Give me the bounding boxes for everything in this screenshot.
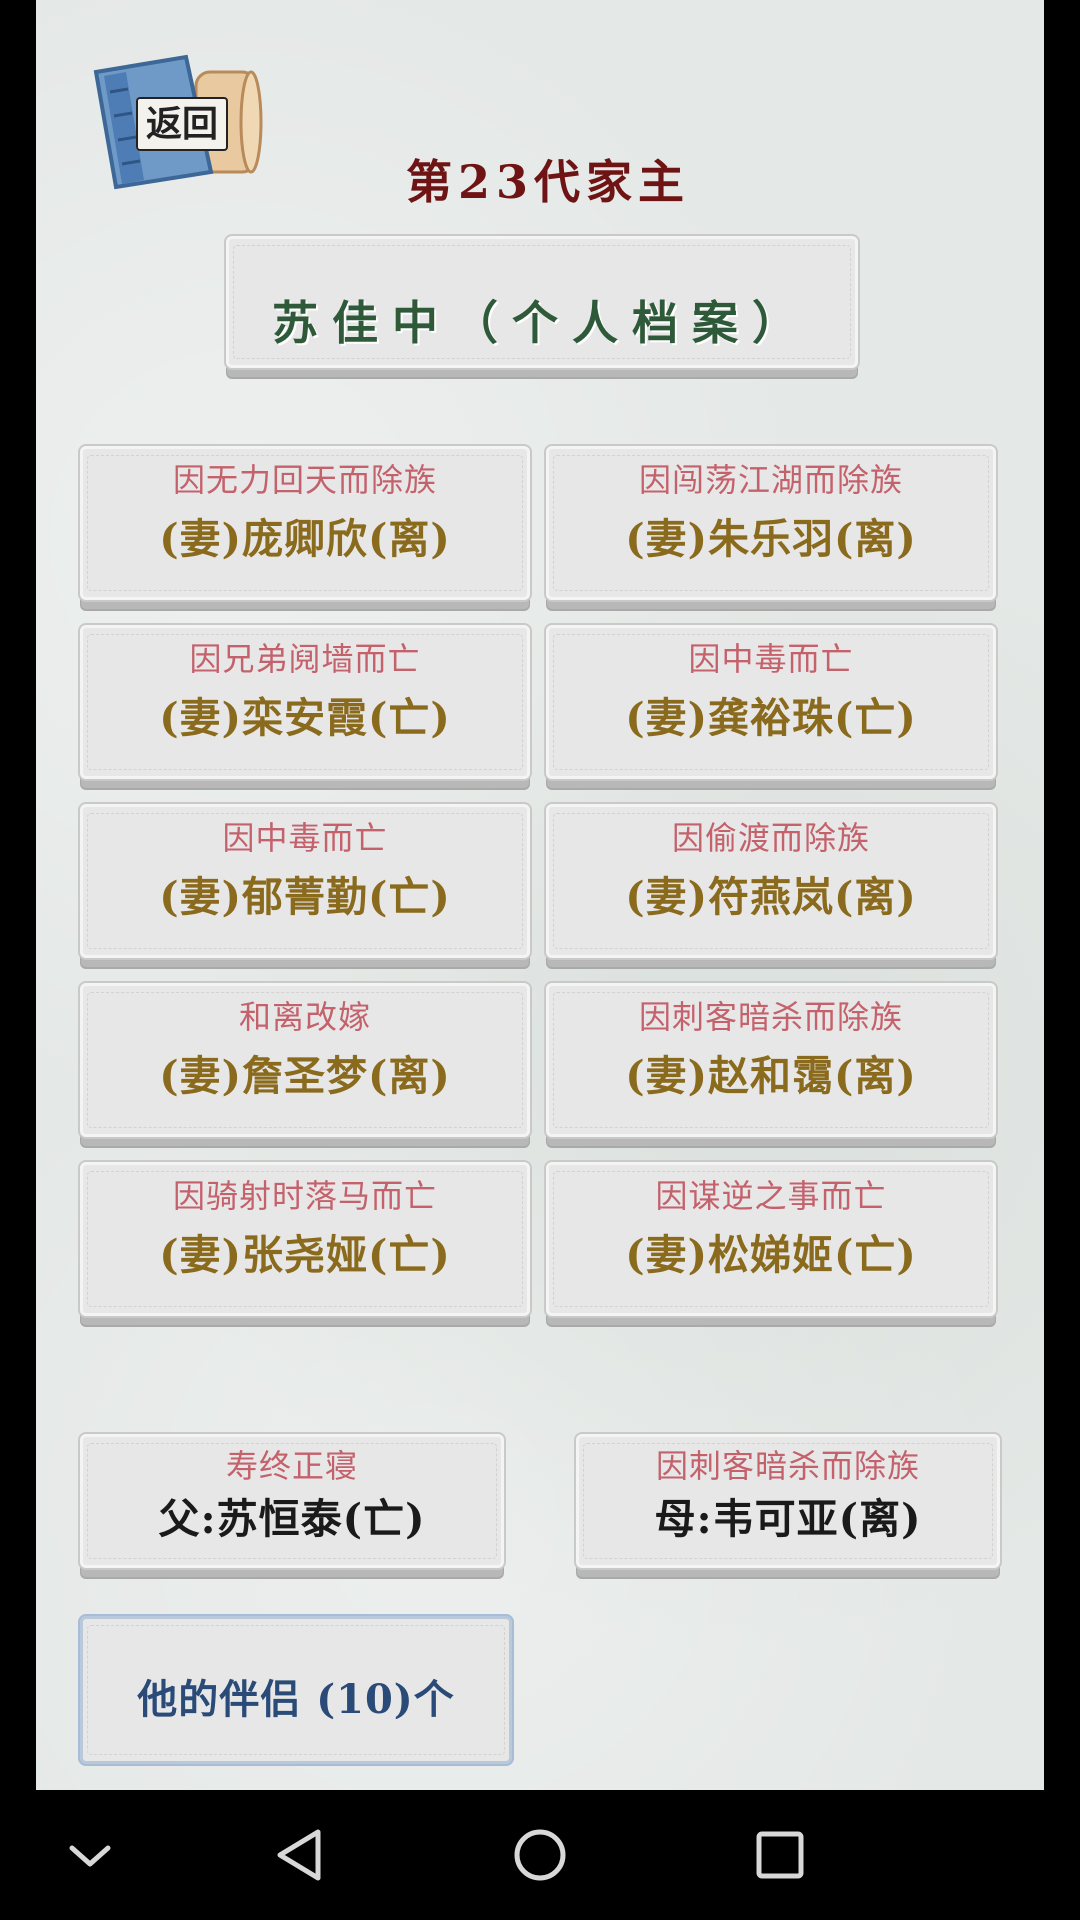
father-card[interactable]: 寿终正寝 父:苏恒泰(亡): [80, 1434, 504, 1568]
wife-fate-reason: 和离改嫁: [238, 998, 371, 1036]
wife-name: (妻)栾安霞(亡): [159, 694, 451, 742]
wife-card[interactable]: 因偷渡而除族 (妻)符燕岚(离): [546, 804, 996, 958]
wife-fate-reason: 因中毒而亡: [688, 640, 854, 678]
recents-square-icon[interactable]: [740, 1820, 820, 1890]
wife-name: (妻)赵和霭(离): [625, 1052, 917, 1100]
wife-fate-reason: 因中毒而亡: [222, 819, 388, 857]
wife-fate-reason: 因偷渡而除族: [671, 819, 870, 857]
back-button[interactable]: 返回: [86, 52, 266, 192]
wife-name: (妻)詹圣梦(离): [159, 1052, 451, 1100]
wife-card[interactable]: 因无力回天而除族 (妻)庞卿欣(离): [80, 446, 530, 600]
wife-card[interactable]: 因骑射时落马而亡 (妻)张尧娅(亡): [80, 1162, 530, 1316]
wife-fate-reason: 因无力回天而除族: [172, 461, 437, 499]
mother-card[interactable]: 因刺客暗杀而除族 母:韦可亚(离): [576, 1434, 1000, 1568]
wife-name: (妻)朱乐羽(离): [625, 515, 917, 563]
wife-fate-reason: 因闯荡江湖而除族: [638, 461, 903, 499]
wife-name: (妻)松娣姬(亡): [625, 1231, 917, 1279]
wife-fate-reason: 因兄弟阋墙而亡: [189, 640, 421, 678]
wife-name: (妻)庞卿欣(离): [159, 515, 451, 563]
wife-card[interactable]: 因刺客暗杀而除族 (妻)赵和霭(离): [546, 983, 996, 1137]
father-fate-reason: 寿终正寝: [225, 1447, 358, 1485]
profile-title: 苏佳中（个人档案）: [272, 296, 812, 350]
chevron-down-icon[interactable]: [50, 1820, 130, 1890]
profile-title-plaque: 苏佳中（个人档案）: [226, 236, 858, 368]
wife-card[interactable]: 和离改嫁 (妻)詹圣梦(离): [80, 983, 530, 1137]
mother-name: 母:韦可亚(离): [654, 1495, 922, 1543]
generation-title: 第23代家主: [406, 155, 691, 209]
partners-button[interactable]: 他的伴侣 (10)个: [80, 1616, 512, 1764]
wife-card[interactable]: 因兄弟阋墙而亡 (妻)栾安霞(亡): [80, 625, 530, 779]
wife-card[interactable]: 因中毒而亡 (妻)郁菁勤(亡): [80, 804, 530, 958]
home-circle-icon[interactable]: [500, 1820, 580, 1890]
wife-card[interactable]: 因中毒而亡 (妻)龚裕珠(亡): [546, 625, 996, 779]
wife-name: (妻)张尧娅(亡): [159, 1231, 451, 1279]
wife-fate-reason: 因刺客暗杀而除族: [638, 998, 903, 1036]
wife-card[interactable]: 因闯荡江湖而除族 (妻)朱乐羽(离): [546, 446, 996, 600]
wife-name: (妻)郁菁勤(亡): [159, 873, 451, 921]
wife-fate-reason: 因骑射时落马而亡: [172, 1177, 437, 1215]
wife-fate-reason: 因谋逆之事而亡: [655, 1177, 887, 1215]
mother-fate-reason: 因刺客暗杀而除族: [655, 1447, 920, 1485]
app-screen: 返回 第23代家主 苏佳中（个人档案） 因无力回天而除族 (妻)庞卿欣(离) 因…: [36, 0, 1044, 1790]
wife-name: (妻)符燕岚(离): [625, 873, 917, 921]
wife-card[interactable]: 因谋逆之事而亡 (妻)松娣姬(亡): [546, 1162, 996, 1316]
back-button-label: 返回: [136, 97, 228, 151]
father-name: 父:苏恒泰(亡): [158, 1495, 426, 1543]
partners-button-label: 他的伴侣 (10)个: [137, 1676, 455, 1723]
system-navigation-bar: [0, 1790, 1080, 1920]
wife-name: (妻)龚裕珠(亡): [625, 694, 917, 742]
back-triangle-icon[interactable]: [260, 1820, 340, 1890]
